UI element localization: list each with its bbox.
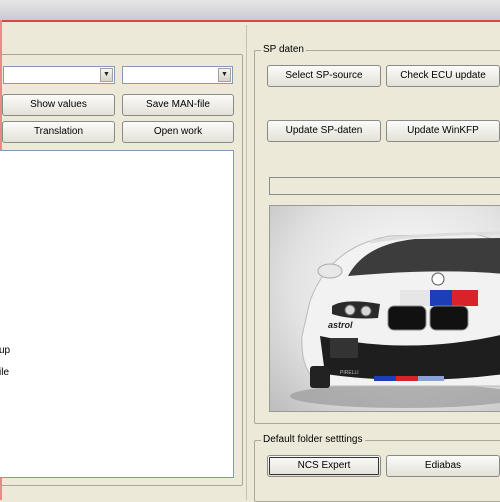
translation-button[interactable]: Translation <box>2 121 115 143</box>
svg-text:PIRELLI: PIRELLI <box>340 370 359 376</box>
progress-bar <box>269 177 500 195</box>
default-folder-title: Default folder setttings <box>261 434 365 446</box>
car-image: astrol PIRELLI <box>269 205 500 412</box>
list-item[interactable]: up <box>0 345 10 357</box>
select-sp-source-button[interactable]: Select SP-source <box>267 65 381 87</box>
chevron-down-icon[interactable]: ▼ <box>100 68 113 82</box>
panel-divider <box>246 25 247 500</box>
save-man-file-button[interactable]: Save MAN-file <box>122 94 234 116</box>
open-work-button[interactable]: Open work <box>122 121 234 143</box>
check-ecu-update-button[interactable]: Check ECU update <box>386 65 500 87</box>
output-listbox[interactable]: up ile <box>0 150 234 478</box>
update-winkfp-button[interactable]: Update WinKFP <box>386 120 500 142</box>
sp-daten-title: SP daten <box>261 44 306 56</box>
ncs-expert-button[interactable]: NCS Expert <box>267 455 381 477</box>
ediabas-button[interactable]: Ediabas <box>386 455 500 477</box>
combo-box-2[interactable]: ▼ <box>122 66 233 84</box>
car-illustration: astrol PIRELLI <box>290 231 500 408</box>
list-item[interactable]: ile <box>0 367 9 379</box>
combo-box-1[interactable]: ▼ <box>3 66 115 84</box>
chevron-down-icon[interactable]: ▼ <box>218 68 231 82</box>
show-values-button[interactable]: Show values <box>2 94 115 116</box>
car-decal-text: astrol <box>328 320 353 330</box>
update-sp-daten-button[interactable]: Update SP-daten <box>267 120 381 142</box>
window-titlebar[interactable] <box>0 0 500 22</box>
